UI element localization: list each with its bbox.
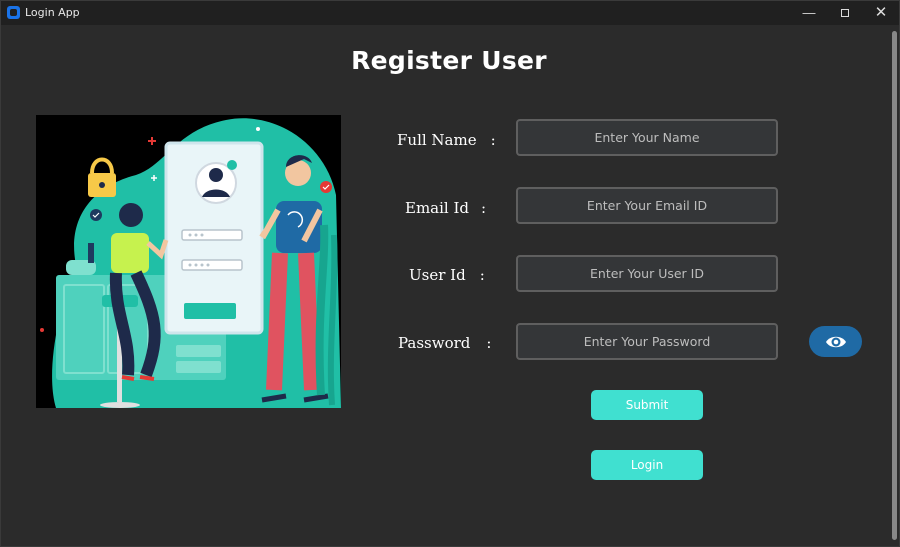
email-id-label-text: Email Id [405, 199, 470, 217]
page-title: Register User [351, 46, 547, 75]
user-id-input[interactable] [516, 255, 778, 292]
submit-button[interactable]: Submit [591, 390, 703, 420]
app-icon [7, 6, 20, 19]
close-button[interactable]: ✕ [863, 1, 899, 25]
eye-icon [825, 336, 846, 347]
full-name-colon: : [490, 131, 496, 149]
maximize-icon [841, 8, 849, 17]
app-window: Login App — ✕ Register User Full Name: … [0, 0, 900, 547]
minimize-button[interactable]: — [791, 1, 827, 25]
title-bar: Login App — ✕ [1, 1, 899, 25]
email-id-input[interactable] [516, 187, 778, 224]
password-colon: : [486, 334, 492, 352]
user-id-colon: : [479, 266, 485, 284]
full-name-label: Full Name: [397, 131, 496, 149]
maximize-button[interactable] [827, 1, 863, 25]
password-input[interactable] [516, 323, 778, 360]
full-name-label-text: Full Name [397, 131, 477, 149]
email-id-label: Email Id: [405, 199, 486, 217]
register-illustration-graphic [36, 115, 341, 408]
register-illustration [36, 115, 341, 408]
login-button[interactable]: Login [591, 450, 703, 480]
vertical-scrollbar[interactable] [892, 31, 897, 540]
toggle-password-visibility-button[interactable] [809, 326, 862, 357]
password-label: Password: [398, 334, 491, 352]
email-id-colon: : [481, 199, 487, 217]
password-label-text: Password [398, 334, 471, 352]
user-id-label-text: User Id [409, 266, 466, 284]
full-name-input[interactable] [516, 119, 778, 156]
window-title: Login App [25, 6, 80, 19]
user-id-label: User Id: [409, 266, 485, 284]
